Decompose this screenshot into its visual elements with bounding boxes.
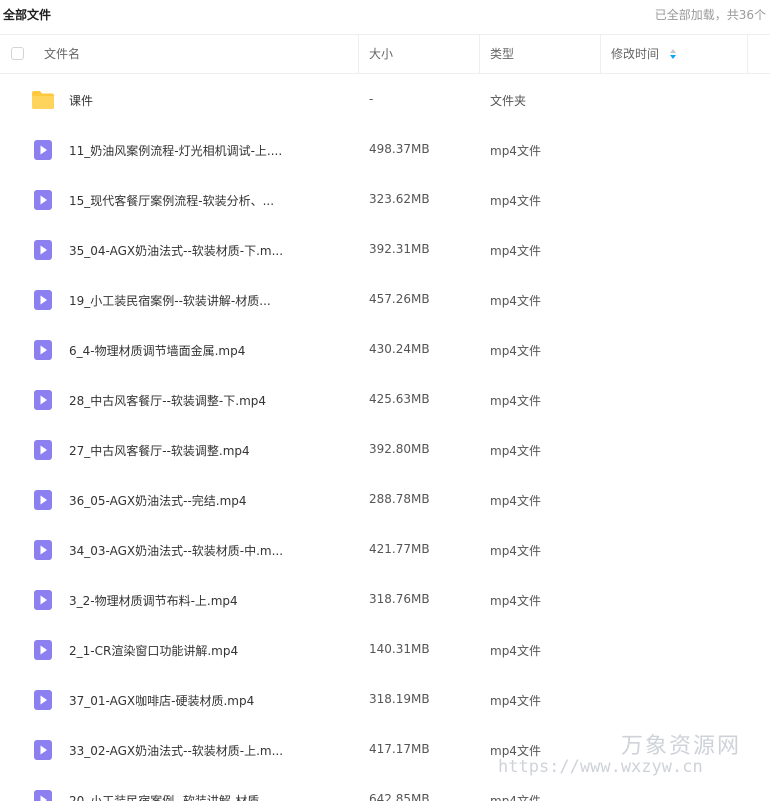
file-type: mp4文件 — [490, 444, 541, 458]
file-size: - — [369, 92, 374, 106]
file-browser: 全部文件 已全部加载，共36个 文件名 大小 类型 修改时间 课件 - 文件夹 11_… — [0, 0, 770, 801]
video-file-icon — [31, 738, 55, 762]
file-size: 318.19MB — [369, 692, 430, 706]
file-name[interactable]: 6_4-物理材质调节墙面金属.mp4 — [69, 342, 245, 359]
page-title: 全部文件 — [3, 8, 52, 22]
file-type: mp4文件 — [490, 244, 541, 258]
file-name[interactable]: 35_04-AGX奶油法式--软装材质-下.m... — [69, 242, 283, 259]
select-all-checkbox[interactable] — [11, 47, 24, 60]
top-bar: 全部文件 已全部加载，共36个 — [0, 0, 770, 30]
video-file-icon — [31, 488, 55, 512]
file-type: mp4文件 — [490, 144, 541, 158]
file-size: 457.26MB — [369, 292, 430, 306]
column-header-size[interactable]: 大小 — [369, 35, 393, 73]
file-name[interactable]: 34_03-AGX奶油法式--软装材质-中.m... — [69, 542, 283, 559]
file-size: 392.31MB — [369, 242, 430, 256]
file-size: 318.76MB — [369, 592, 430, 606]
video-file-icon — [31, 288, 55, 312]
video-file-icon — [31, 588, 55, 612]
column-divider[interactable] — [600, 35, 601, 73]
file-row[interactable]: 27_中古风客餐厅--软装调整.mp4 392.80MB mp4文件 — [0, 425, 770, 475]
watermark-text: 万象资源网 — [621, 734, 742, 759]
file-type: mp4文件 — [490, 294, 541, 308]
column-divider[interactable] — [479, 35, 480, 73]
file-row[interactable]: 34_03-AGX奶油法式--软装材质-中.m... 421.77MB mp4文件 — [0, 525, 770, 575]
file-type: mp4文件 — [490, 194, 541, 208]
watermark-url: https://www.wxzyw.cn — [498, 757, 703, 777]
load-status: 已全部加载，共36个 — [654, 8, 766, 22]
file-type: mp4文件 — [490, 394, 541, 408]
table-header: 文件名 大小 类型 修改时间 — [0, 34, 770, 74]
file-size: 288.78MB — [369, 492, 430, 506]
file-type: mp4文件 — [490, 694, 541, 708]
video-file-icon — [31, 688, 55, 712]
file-row[interactable]: 35_04-AGX奶油法式--软装材质-下.m... 392.31MB mp4文件 — [0, 225, 770, 275]
file-size: 392.80MB — [369, 442, 430, 456]
file-type: mp4文件 — [490, 544, 541, 558]
file-size: 425.63MB — [369, 392, 430, 406]
file-type: mp4文件 — [490, 644, 541, 658]
file-size: 421.77MB — [369, 542, 430, 556]
sort-arrows-icon[interactable] — [670, 49, 678, 61]
file-row[interactable]: 19_小工装民宿案例--软装讲解-材质... 457.26MB mp4文件 — [0, 275, 770, 325]
video-file-icon — [31, 538, 55, 562]
video-file-icon — [31, 788, 55, 801]
file-row[interactable]: 20_小工装民宿案例--软装讲解-材质... 642.85MB mp4文件 — [0, 775, 770, 801]
file-list: 课件 - 文件夹 11_奶油风案例流程-灯光相机调试-上.... 498.37MB mp4… — [0, 75, 770, 801]
file-size: 642.85MB — [369, 792, 430, 801]
file-row[interactable]: 36_05-AGX奶油法式--完结.mp4 288.78MB mp4文件 — [0, 475, 770, 525]
column-divider[interactable] — [358, 35, 359, 73]
file-type: mp4文件 — [490, 494, 541, 508]
file-row[interactable]: 28_中古风客餐厅--软装调整-下.mp4 425.63MB mp4文件 — [0, 375, 770, 425]
file-name[interactable]: 3_2-物理材质调节布料-上.mp4 — [69, 592, 238, 609]
file-size: 140.31MB — [369, 642, 430, 656]
file-name[interactable]: 15_现代客餐厅案例流程-软装分析、... — [69, 192, 274, 209]
video-file-icon — [31, 438, 55, 462]
file-row[interactable]: 37_01-AGX咖啡店-硬装材质.mp4 318.19MB mp4文件 — [0, 675, 770, 725]
video-file-icon — [31, 388, 55, 412]
column-divider[interactable] — [747, 35, 748, 73]
video-file-icon — [31, 238, 55, 262]
column-header-type[interactable]: 类型 — [490, 35, 514, 73]
file-row[interactable]: 课件 - 文件夹 — [0, 75, 770, 125]
file-row[interactable]: 6_4-物理材质调节墙面金属.mp4 430.24MB mp4文件 — [0, 325, 770, 375]
file-size: 430.24MB — [369, 342, 430, 356]
file-name[interactable]: 28_中古风客餐厅--软装调整-下.mp4 — [69, 392, 266, 409]
file-name[interactable]: 课件 — [69, 92, 93, 109]
video-file-icon — [31, 188, 55, 212]
file-size: 498.37MB — [369, 142, 430, 156]
file-name[interactable]: 19_小工装民宿案例--软装讲解-材质... — [69, 292, 271, 309]
file-name[interactable]: 2_1-CR渲染窗口功能讲解.mp4 — [69, 642, 238, 659]
column-header-modified[interactable]: 修改时间 — [611, 35, 659, 73]
file-name[interactable]: 36_05-AGX奶油法式--完结.mp4 — [69, 492, 247, 509]
folder-icon — [31, 88, 55, 112]
file-type: mp4文件 — [490, 794, 541, 801]
file-type: mp4文件 — [490, 594, 541, 608]
file-name[interactable]: 27_中古风客餐厅--软装调整.mp4 — [69, 442, 250, 459]
file-name[interactable]: 37_01-AGX咖啡店-硬装材质.mp4 — [69, 692, 254, 709]
file-type: 文件夹 — [490, 94, 527, 108]
file-name[interactable]: 20_小工装民宿案例--软装讲解-材质... — [69, 792, 271, 801]
video-file-icon — [31, 138, 55, 162]
file-name[interactable]: 33_02-AGX奶油法式--软装材质-上.m... — [69, 742, 283, 759]
file-row[interactable]: 15_现代客餐厅案例流程-软装分析、... 323.62MB mp4文件 — [0, 175, 770, 225]
file-row[interactable]: 11_奶油风案例流程-灯光相机调试-上.... 498.37MB mp4文件 — [0, 125, 770, 175]
file-size: 323.62MB — [369, 192, 430, 206]
file-type: mp4文件 — [490, 344, 541, 358]
file-name[interactable]: 11_奶油风案例流程-灯光相机调试-上.... — [69, 142, 282, 159]
video-file-icon — [31, 338, 55, 362]
file-row[interactable]: 3_2-物理材质调节布料-上.mp4 318.76MB mp4文件 — [0, 575, 770, 625]
file-row[interactable]: 2_1-CR渲染窗口功能讲解.mp4 140.31MB mp4文件 — [0, 625, 770, 675]
column-header-name[interactable]: 文件名 — [44, 35, 80, 73]
video-file-icon — [31, 638, 55, 662]
file-size: 417.17MB — [369, 742, 430, 756]
